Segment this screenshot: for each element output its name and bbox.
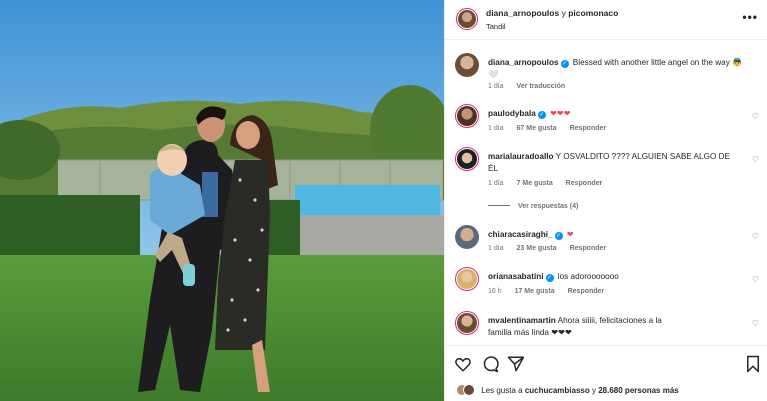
translate-link[interactable]: Ver traducción	[517, 83, 566, 90]
commenter-username[interactable]: mvalentinamartin	[488, 316, 556, 325]
post-image	[0, 0, 444, 401]
commenter-avatar[interactable]	[455, 311, 479, 335]
author-avatar[interactable]	[456, 8, 478, 30]
caption-meta: 1 día Ver traducción	[488, 83, 576, 90]
collaborator-username[interactable]: picomonaco	[568, 8, 618, 18]
post-authors: diana_arnopoulos y picomonaco	[486, 8, 618, 18]
likes-count[interactable]: 28.680 personas más	[598, 386, 679, 395]
verified-badge-icon: ✓	[545, 274, 554, 282]
comment-text: los adorooooooo	[557, 272, 619, 281]
comment-likes[interactable]: 67 Me gusta	[517, 125, 557, 132]
caption-username[interactable]: diana_arnopoulos	[488, 58, 559, 67]
verified-badge-icon: ✓	[554, 232, 563, 240]
comment-text: ❤❤❤	[550, 109, 571, 118]
caption-avatar[interactable]	[455, 53, 479, 77]
like-comment-heart-icon[interactable]: ♡	[752, 232, 759, 241]
commenter-username[interactable]: paulodybala	[488, 109, 536, 118]
liker-avatar	[463, 384, 475, 396]
comment-likes[interactable]: 23 Me gusta	[517, 245, 557, 252]
comment-meta: 1 día 23 Me gusta Responder	[488, 245, 617, 252]
share-send-icon[interactable]	[507, 355, 525, 373]
reply-button[interactable]: Responder	[570, 125, 607, 132]
comment-text-block: mvalentinamartin Ahora siiiii, felicitac…	[488, 315, 680, 339]
comment-time[interactable]: 1 día	[488, 125, 504, 132]
reply-button[interactable]: Responder	[568, 288, 605, 295]
post-photo[interactable]	[0, 0, 444, 401]
comment-likes[interactable]: 17 Me gusta	[515, 288, 555, 295]
comment-text-block: chiaracasiraghi_ ✓ ❤	[488, 229, 750, 241]
comment-likes[interactable]: 7 Me gusta	[517, 180, 553, 187]
comment-time[interactable]: 16 h	[488, 288, 502, 295]
comment-text-block: orianasabatini ✓ los adorooooooo	[488, 271, 750, 283]
comment-time[interactable]: 1 día	[488, 180, 504, 187]
verified-badge-icon: ✓	[560, 60, 569, 68]
commenter-avatar[interactable]	[455, 104, 479, 128]
post-actions-bar: Les gusta a cuchucambiasso y 28.680 pers…	[445, 345, 767, 401]
post-header: diana_arnopoulos y picomonaco Tandil •••	[445, 0, 767, 40]
liked-by-username[interactable]: cuchucambiasso	[525, 386, 590, 395]
commenter-username[interactable]: marialauradoallo	[488, 152, 554, 161]
caption-text-block: diana_arnopoulos ✓ Blessed with another l…	[488, 57, 750, 81]
author-username[interactable]: diana_arnopoulos	[486, 8, 559, 18]
like-heart-icon[interactable]	[454, 355, 472, 373]
comment-text-block: marialauradoallo Y OSVALDITO ???? ALGUIE…	[488, 151, 736, 175]
like-comment-heart-icon[interactable]: ♡	[752, 319, 759, 328]
commenter-avatar[interactable]	[455, 147, 479, 171]
caption-text: Blessed with another little angel on the…	[572, 58, 730, 67]
comment-meta: 1 día 67 Me gusta Responder	[488, 125, 617, 132]
commenter-username[interactable]: orianasabatini	[488, 272, 544, 281]
more-options-icon[interactable]: •••	[742, 10, 758, 24]
verified-badge-icon: ✓	[537, 111, 546, 119]
likes-prefix: Les gusta a	[481, 386, 523, 395]
likes-summary[interactable]: Les gusta a cuchucambiasso y 28.680 pers…	[456, 384, 679, 396]
comment-time[interactable]: 1 día	[488, 245, 504, 252]
comment-meta: 1 día 7 Me gusta Responder	[488, 180, 613, 187]
post-location[interactable]: Tandil	[486, 22, 506, 31]
save-bookmark-icon[interactable]	[744, 355, 762, 373]
view-replies-label: Ver respuestas (4)	[518, 203, 579, 210]
like-comment-heart-icon[interactable]: ♡	[752, 155, 759, 164]
like-comment-heart-icon[interactable]: ♡	[752, 275, 759, 284]
commenter-avatar[interactable]	[455, 225, 479, 249]
post-details-panel: diana_arnopoulos y picomonaco Tandil •••…	[444, 0, 767, 401]
likes-middle: y	[592, 386, 596, 395]
comment-text-block: paulodybala ✓ ❤❤❤	[488, 108, 750, 120]
comment-text: ❤	[566, 230, 574, 239]
reply-button[interactable]: Responder	[566, 180, 603, 187]
comment-meta: 16 h 17 Me gusta Responder	[488, 288, 615, 295]
reply-button[interactable]: Responder	[570, 245, 607, 252]
commenter-username[interactable]: chiaracasiraghi_	[488, 230, 553, 239]
like-comment-heart-icon[interactable]: ♡	[752, 112, 759, 121]
commenter-avatar[interactable]	[455, 267, 479, 291]
comments-list[interactable]: diana_arnopoulos ✓ Blessed with another l…	[445, 40, 767, 345]
replies-divider	[488, 205, 510, 206]
authors-conjunction: y	[561, 8, 566, 18]
caption-time[interactable]: 1 día	[488, 83, 504, 90]
view-replies-link[interactable]: Ver respuestas (4)	[488, 203, 578, 210]
comment-bubble-icon[interactable]	[481, 355, 499, 373]
